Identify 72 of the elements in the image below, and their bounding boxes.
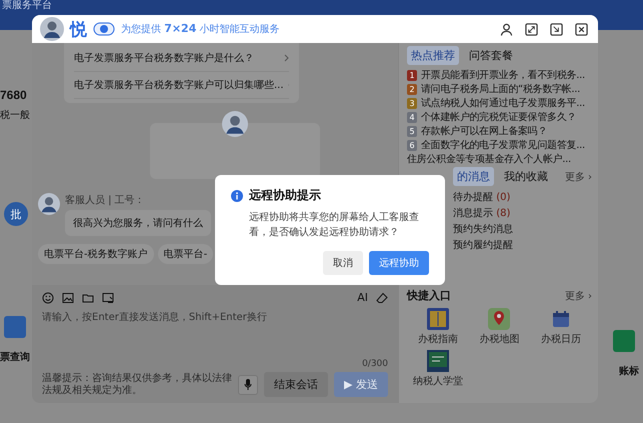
section-title: 快捷入口: [407, 288, 451, 303]
chalkboard-icon: [426, 350, 449, 372]
quick-entry-item[interactable]: 纳税人学堂: [412, 350, 463, 388]
rank-badge: 5: [407, 126, 417, 137]
hot-question-item[interactable]: 1 开票员能看到开票业务，看不到税务...: [407, 69, 592, 82]
character-counter: 0/300: [362, 359, 388, 369]
account-number-fragment: 7680: [0, 88, 27, 102]
microphone-icon: [244, 379, 252, 390]
brand-logo-text: 悦: [70, 18, 87, 40]
rank-badge: 4: [407, 112, 417, 123]
quick-question-chip[interactable]: 电票平台-税务数字账户: [38, 244, 154, 264]
confirm-button[interactable]: 远程协助: [369, 251, 429, 275]
emoji-icon[interactable]: [42, 292, 54, 304]
menu-label-fragment: 账标: [619, 364, 639, 378]
disclaimer-text: 温馨提示：咨询结果仅供参考，具体以法律法规及相关规定为准。: [42, 372, 232, 396]
agent-avatar: [222, 111, 248, 137]
quick-entry-item[interactable]: 办税指南: [418, 308, 458, 346]
chevron-right-icon: [284, 54, 289, 62]
folder-icon[interactable]: [82, 292, 94, 304]
suggestion-item[interactable]: 电子发票服务平台税务数字账户可以归集哪些...: [74, 72, 289, 99]
message-category-item[interactable]: 待办提醒 (0): [453, 190, 592, 205]
close-icon[interactable]: [575, 22, 588, 36]
taxpayer-type-fragment: 税一般: [0, 108, 30, 122]
rank-badge: 1: [407, 70, 417, 81]
hot-question-item[interactable]: 6 全面数字化的电子发票常见问题答复...: [407, 139, 592, 152]
microphone-button[interactable]: [238, 374, 258, 394]
hot-question-item[interactable]: 4 个体建帐户的完税凭证要保管多久？: [407, 111, 592, 124]
message-category-item[interactable]: 消息提示 (8): [453, 206, 592, 221]
screenshot-icon[interactable]: [102, 292, 114, 304]
more-link[interactable]: 更多 ›: [564, 288, 592, 302]
hot-question-item[interactable]: 5 存款帐户可以在网上备案吗？: [407, 125, 592, 138]
message-bubble: 很高兴为您服务，请问有什么: [65, 210, 211, 236]
rank-badge: 3: [407, 98, 417, 109]
minimize-window-icon[interactable]: [550, 22, 563, 36]
agent-avatar: [38, 193, 60, 215]
info-icon: [231, 190, 243, 202]
map-pin-icon: [488, 308, 510, 330]
dialog-message: 远程协助将共享您的屏幕给人工客服查看，是否确认发起远程协助请求？: [249, 210, 420, 240]
round-badge: 批: [4, 202, 28, 226]
app-tile-icon[interactable]: [4, 316, 26, 338]
message-category-item[interactable]: 预约履约提醒: [453, 238, 592, 253]
message-category-item[interactable]: 预约失约消息: [453, 222, 592, 237]
panel-tab[interactable]: 的消息: [453, 167, 494, 186]
book-icon: [426, 308, 449, 330]
more-link[interactable]: 更多 ›: [564, 170, 592, 184]
suggestion-item[interactable]: 电子发票服务平台税务数字账户是什么？: [74, 45, 289, 72]
ai-button[interactable]: AI: [357, 291, 368, 304]
dialog-title: 远程协助提示: [249, 187, 321, 204]
user-icon[interactable]: [500, 22, 513, 36]
panel-tab[interactable]: 问答套餐: [465, 46, 517, 65]
quick-entry-item[interactable]: 办税日历: [541, 308, 582, 346]
mascot-avatar: [40, 17, 64, 41]
app-tile-icon[interactable]: [613, 330, 635, 352]
image-icon[interactable]: [62, 292, 74, 304]
panel-tab[interactable]: 我的收藏: [500, 167, 552, 186]
site-title: 票服务平台: [2, 0, 52, 12]
panel-tab[interactable]: 热点推荐: [407, 46, 459, 65]
end-session-button[interactable]: 结束会话: [264, 372, 328, 397]
cancel-button[interactable]: 取消: [323, 251, 363, 275]
hot-question-item[interactable]: 住房公积金等专项基金存入个人帐户...: [407, 153, 592, 166]
message-input[interactable]: 请输入，按Enter直接发送消息，Shift+Enter换行: [42, 312, 388, 323]
quick-entry-item[interactable]: 办税地图: [479, 308, 520, 346]
hot-question-item[interactable]: 3 试点纳税人如何通过电子发票服务平...: [407, 97, 592, 110]
rank-badge: 6: [407, 140, 417, 151]
service-slogan: 为您提供 7×24 小时智能互动服务: [121, 22, 280, 36]
rank-badge: 2: [407, 84, 417, 95]
quick-question-chip[interactable]: 电票平台-: [158, 244, 214, 264]
expand-icon[interactable]: [525, 22, 538, 36]
message-meta: 客服人员 | 工号：: [65, 194, 146, 207]
menu-label-fragment: 票查询: [0, 350, 30, 364]
eraser-icon[interactable]: [376, 292, 388, 304]
hot-question-item[interactable]: 2 请问电子税务局上面的“税务数字帐...: [407, 83, 592, 96]
